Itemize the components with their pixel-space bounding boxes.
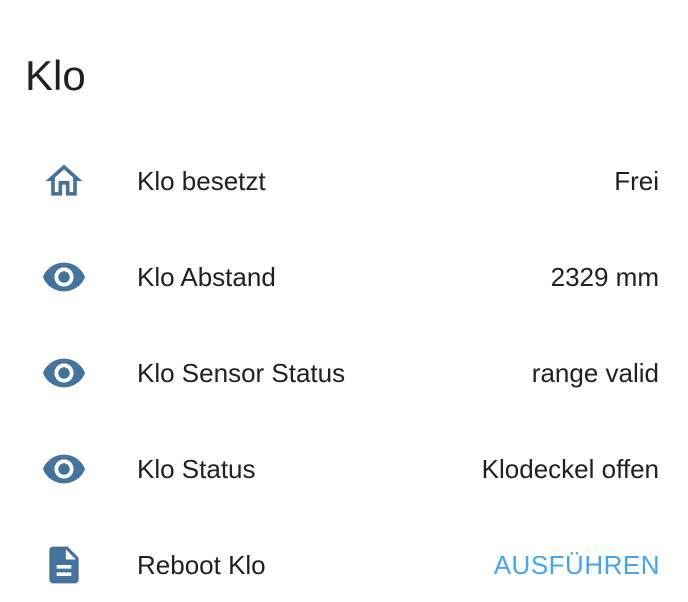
entities-card: Klo Klo besetzt Frei Klo Abstand 2329 mm…: [0, 0, 688, 602]
entity-name[interactable]: Klo Sensor Status: [137, 343, 345, 403]
entity-row-klo-status[interactable]: Klo Status Klodeckel offen: [0, 439, 688, 499]
entity-row-klo-sensor-status[interactable]: Klo Sensor Status range valid: [0, 343, 688, 403]
entity-state: 2329 mm: [550, 262, 659, 292]
entity-name[interactable]: Klo besetzt: [137, 151, 266, 211]
entity-name[interactable]: Klo Abstand: [137, 247, 276, 307]
eye-icon[interactable]: [40, 349, 88, 397]
entity-state: Klodeckel offen: [481, 454, 659, 484]
card-title: Klo: [25, 52, 86, 99]
eye-icon[interactable]: [40, 253, 88, 301]
home-icon[interactable]: [40, 157, 88, 205]
entity-state: Frei: [614, 166, 659, 196]
entity-name[interactable]: Reboot Klo: [137, 535, 266, 595]
eye-icon[interactable]: [40, 445, 88, 493]
file-document-icon[interactable]: [40, 541, 88, 589]
entity-name[interactable]: Klo Status: [137, 439, 256, 499]
entity-row-reboot-klo[interactable]: Reboot Klo AUSFÜHREN: [0, 535, 688, 595]
entity-state: range valid: [531, 358, 659, 388]
execute-button[interactable]: AUSFÜHREN: [494, 543, 660, 587]
entity-row-klo-besetzt[interactable]: Klo besetzt Frei: [0, 151, 688, 211]
entity-row-klo-abstand[interactable]: Klo Abstand 2329 mm: [0, 247, 688, 307]
